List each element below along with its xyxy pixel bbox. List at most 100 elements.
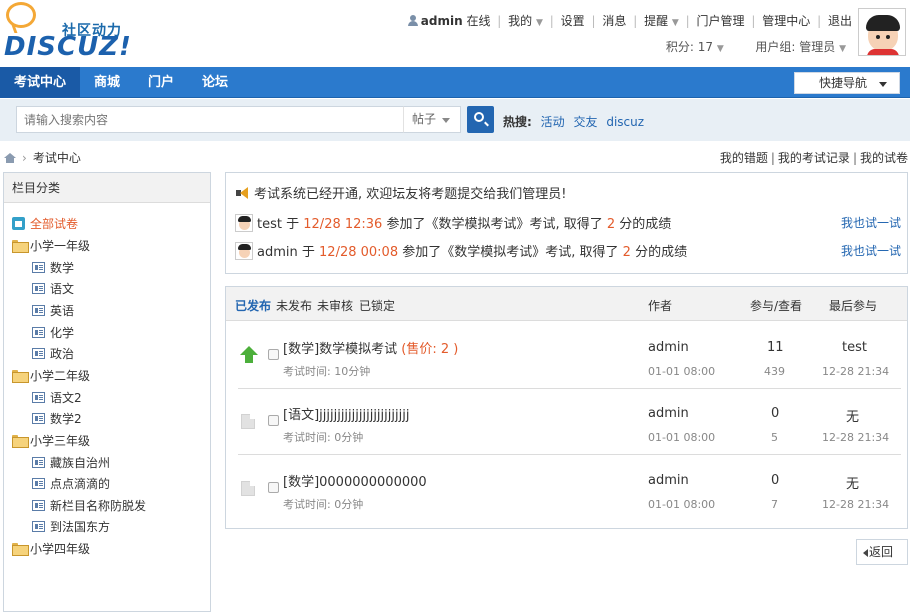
- category-item[interactable]: 藏族自治州: [32, 453, 110, 473]
- credits-menu[interactable]: 积分: 17: [666, 40, 713, 54]
- category-item[interactable]: 数学2: [32, 409, 82, 429]
- exam-author[interactable]: admin: [648, 340, 689, 355]
- category-item[interactable]: 语文2: [32, 388, 82, 408]
- nav-portal[interactable]: 门户: [134, 67, 188, 98]
- back-button[interactable]: 返回: [856, 539, 908, 565]
- category-item[interactable]: 政治: [32, 344, 74, 364]
- category-item-label: 英语: [50, 304, 75, 318]
- portal-admin-link[interactable]: 门户管理: [697, 14, 745, 28]
- exam-title-text: [数学]0000000000000: [283, 475, 427, 490]
- activity-text: 参加了《数学模拟考试》考试, 取得了: [386, 217, 603, 232]
- category-item[interactable]: 数学: [32, 258, 74, 278]
- exam-date: 01-01 08:00: [648, 498, 716, 511]
- admin-center-link[interactable]: 管理中心: [762, 14, 810, 28]
- exam-title[interactable]: [语文]jjjjjjjjjjjjjjjjjjjjjjjjj: [283, 404, 409, 423]
- category-item[interactable]: 点点滴滴的: [32, 474, 110, 494]
- category-group[interactable]: 小学二年级: [12, 366, 90, 386]
- nav-shop[interactable]: 商城: [80, 67, 134, 98]
- hot-link-discuz[interactable]: discuz: [606, 115, 644, 129]
- category-group[interactable]: 小学四年级: [12, 539, 90, 559]
- category-item[interactable]: 新栏目名称防脱发: [32, 496, 146, 516]
- category-item[interactable]: 到法国东方: [32, 517, 110, 537]
- list-icon: [32, 500, 45, 511]
- exam-author[interactable]: admin: [648, 406, 689, 421]
- category-item-label: 点点滴滴的: [50, 477, 111, 491]
- list-icon: [32, 413, 45, 424]
- row-checkbox[interactable]: [268, 482, 279, 493]
- logout-link[interactable]: 退出: [828, 14, 852, 28]
- chevron-down-icon: [442, 118, 450, 123]
- exam-author[interactable]: admin: [648, 473, 689, 488]
- home-icon[interactable]: [4, 153, 16, 163]
- chevron-down-icon: ▼: [839, 44, 846, 54]
- folder-icon: [12, 240, 29, 253]
- category-item[interactable]: 英语: [32, 301, 74, 321]
- category-group[interactable]: 小学三年级: [12, 431, 90, 451]
- tab-published[interactable]: 已发布: [235, 297, 271, 314]
- row-checkbox[interactable]: [268, 349, 279, 360]
- user-toolbar: admin 在线 | 我的 ▼ | 设置 | 消息 | 提醒 ▼ | 门户管理 …: [407, 12, 852, 29]
- try-exam-link[interactable]: 我也试一试: [841, 242, 901, 259]
- chevron-right-icon: ›: [22, 151, 27, 165]
- messages-link[interactable]: 消息: [602, 14, 626, 28]
- document-icon: [240, 479, 258, 497]
- quick-nav-label: 快捷导航: [819, 76, 868, 90]
- category-item-label: 政治: [50, 347, 75, 361]
- category-all[interactable]: 全部试卷: [12, 214, 78, 234]
- exam-last-user[interactable]: test: [842, 340, 867, 355]
- username-link[interactable]: admin: [421, 14, 463, 28]
- column-last: 最后参与: [829, 299, 878, 313]
- discuz-logo[interactable]: 社区动力 DISCUZ!: [4, 2, 134, 62]
- my-exam-records-link[interactable]: 我的考试记录: [778, 151, 850, 165]
- settings-link[interactable]: 设置: [561, 14, 585, 28]
- quick-nav-button[interactable]: 快捷导航: [794, 72, 900, 94]
- reminders-menu[interactable]: 提醒: [644, 14, 668, 28]
- user-icon: [407, 15, 418, 26]
- usergroup-menu[interactable]: 用户组: 管理员: [755, 40, 835, 54]
- exam-price: (售价: 2 ): [401, 342, 459, 357]
- home-icon: [12, 217, 25, 230]
- user-info-bar: 积分: 17 ▼ 用户组: 管理员 ▼: [666, 38, 846, 55]
- category-item[interactable]: 语文: [32, 279, 74, 299]
- avatar[interactable]: [235, 242, 253, 260]
- try-exam-link[interactable]: 我也试一试: [841, 214, 901, 231]
- tab-unpublished[interactable]: 未发布: [276, 297, 312, 314]
- hot-link-activity[interactable]: 活动: [541, 115, 565, 129]
- my-menu[interactable]: 我的: [508, 14, 532, 28]
- list-icon: [32, 392, 45, 403]
- user-avatar[interactable]: [858, 8, 906, 56]
- hot-link-friends[interactable]: 交友: [573, 115, 597, 129]
- exam-duration: 考试时间: 10分钟: [283, 365, 371, 378]
- exam-last-user: 无: [846, 410, 860, 425]
- activity-user[interactable]: test: [257, 217, 282, 232]
- exam-title[interactable]: [数学]数学模拟考试 (售价: 2 ): [283, 338, 458, 357]
- search-type-select[interactable]: 帖子: [403, 106, 461, 133]
- row-checkbox[interactable]: [268, 415, 279, 426]
- tab-locked[interactable]: 已锁定: [359, 297, 395, 314]
- my-papers-link[interactable]: 我的试卷: [860, 151, 908, 165]
- exam-title-text: [语文]jjjjjjjjjjjjjjjjjjjjjjjjj: [283, 408, 410, 423]
- category-group-label: 小学二年级: [30, 369, 91, 383]
- list-icon: [32, 521, 45, 532]
- category-item[interactable]: 化学: [32, 323, 74, 343]
- nav-forum[interactable]: 论坛: [188, 67, 242, 98]
- category-group-label: 小学四年级: [30, 542, 91, 556]
- exam-title[interactable]: [数学]0000000000000: [283, 471, 427, 490]
- breadcrumb: › 考试中心: [4, 149, 81, 166]
- search-button[interactable]: [467, 106, 494, 133]
- exam-list-header: 已发布 未发布 未审核 已锁定 作者 参与/查看 最后参与: [226, 287, 907, 321]
- search-bar: 帖子 热搜: 活动 交友 discuz: [0, 99, 910, 141]
- search-input[interactable]: [16, 106, 404, 133]
- my-wrong-questions-link[interactable]: 我的错题: [720, 151, 768, 165]
- activity-text: 参加了《数学模拟考试》考试, 取得了: [402, 245, 619, 260]
- avatar[interactable]: [235, 214, 253, 232]
- tab-unreviewed[interactable]: 未审核: [317, 297, 353, 314]
- announcement-text: 考试系统已经开通, 欢迎坛友将考题提交给我们管理员!: [254, 187, 567, 202]
- category-group[interactable]: 小学一年级: [12, 236, 90, 256]
- activity-user[interactable]: admin: [257, 245, 298, 260]
- breadcrumb-current[interactable]: 考试中心: [33, 151, 81, 165]
- nav-exam-center[interactable]: 考试中心: [0, 67, 81, 98]
- exam-last-time: 12-28 21:34: [822, 365, 890, 378]
- activity-row: test 于 12/28 12:36 参加了《数学模拟考试》考试, 取得了 2 …: [235, 213, 671, 232]
- hot-search-label: 热搜:: [503, 115, 532, 129]
